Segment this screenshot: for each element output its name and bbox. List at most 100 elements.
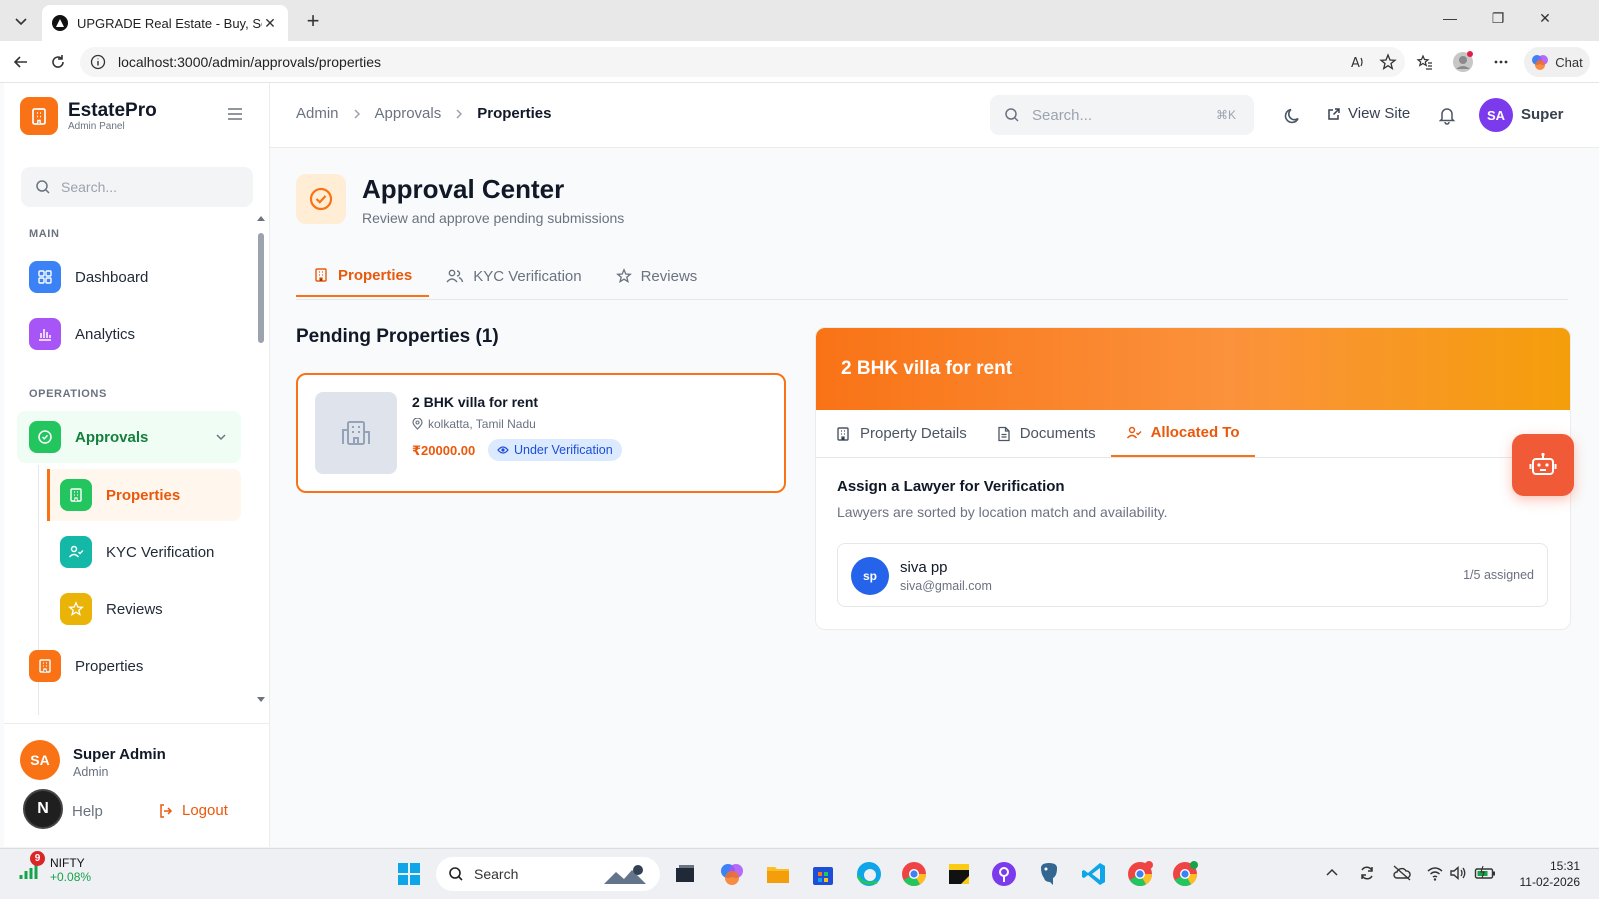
volume-icon[interactable] <box>1449 864 1467 882</box>
stock-ticker-widget[interactable]: 9 NIFTY +0.08% <box>18 851 92 884</box>
windows-taskbar: 9 NIFTY +0.08% Search 15:31 11-02-2026 <box>0 848 1599 899</box>
vscode-icon[interactable] <box>1080 860 1108 888</box>
back-icon[interactable] <box>10 51 32 73</box>
view-site-link[interactable]: View Site <box>1326 105 1410 122</box>
favorites-list-icon[interactable] <box>1414 51 1436 73</box>
read-aloud-icon[interactable]: A <box>1347 51 1369 73</box>
check-circle-icon <box>29 421 61 453</box>
window-close-icon[interactable]: ✕ <box>1535 10 1555 27</box>
chevron-up-icon[interactable] <box>1325 866 1339 880</box>
app-root: EstatePro Admin Panel Search... MAIN Das… <box>0 83 1599 847</box>
brand[interactable]: EstatePro Admin Panel <box>20 97 157 135</box>
logout-button[interactable]: Logout <box>158 802 228 819</box>
tab-allocated-to[interactable]: Allocated To <box>1110 410 1255 457</box>
new-tab-button[interactable]: + <box>300 9 326 35</box>
edge-browser-icon[interactable] <box>855 860 883 888</box>
ticker-change: +0.08% <box>50 870 92 884</box>
taskbar-search-label: Search <box>474 866 519 882</box>
dark-mode-moon-icon[interactable] <box>1283 106 1303 126</box>
tab-kyc-verification[interactable]: KYC Verification <box>429 255 598 297</box>
restore-icon[interactable]: ❐ <box>1488 10 1508 27</box>
breadcrumb-admin[interactable]: Admin <box>296 105 339 122</box>
status-badge: Under Verification <box>488 439 622 461</box>
minimize-icon[interactable]: — <box>1440 10 1460 26</box>
favorite-star-icon[interactable] <box>1377 51 1399 73</box>
wifi-icon[interactable] <box>1426 864 1444 882</box>
property-card[interactable]: 2 BHK villa for rent kolkatta, Tamil Nad… <box>296 373 786 493</box>
sidebar-item-analytics[interactable]: Analytics <box>17 308 241 360</box>
battery-icon[interactable] <box>1474 864 1496 882</box>
avatar[interactable]: SA <box>20 740 60 780</box>
bell-icon[interactable] <box>1437 105 1457 125</box>
chevron-right-icon <box>354 108 360 119</box>
property-placeholder-icon <box>315 392 397 474</box>
map-pin-icon <box>412 418 423 430</box>
url-field[interactable]: localhost:3000/admin/approvals/propertie… <box>80 47 1405 77</box>
help-link[interactable]: Help <box>72 803 103 820</box>
taskbar-search[interactable]: Search <box>436 857 660 891</box>
tab-properties[interactable]: Properties <box>296 255 430 297</box>
ticker-name: NIFTY <box>50 856 85 870</box>
property-name: 2 BHK villa for rent <box>412 394 539 410</box>
user-avatar[interactable]: SA <box>1479 98 1513 132</box>
sidebar-scroll-thumb[interactable] <box>258 233 264 343</box>
tab-list-button[interactable] <box>6 6 36 36</box>
sidebar-search-input[interactable]: Search... <box>21 167 253 207</box>
file-explorer-icon[interactable] <box>764 860 792 888</box>
breadcrumb-approvals[interactable]: Approvals <box>375 105 442 122</box>
assistant-bot-button[interactable] <box>1512 434 1574 496</box>
property-location-text: kolkatta, Tamil Nadu <box>428 417 536 431</box>
next-js-badge-icon[interactable]: N <box>23 789 63 829</box>
page-subtitle: Review and approve pending submissions <box>362 210 625 226</box>
breadcrumb-current: Properties <box>477 105 552 122</box>
task-view-icon[interactable] <box>671 860 699 888</box>
sidebar-subitem-properties[interactable]: Properties <box>47 469 241 521</box>
tab-reviews[interactable]: Reviews <box>599 255 715 297</box>
chat-label: Chat <box>1555 54 1583 70</box>
logout-label: Logout <box>182 802 228 819</box>
browser-tab[interactable]: UPGRADE Real Estate - Buy, Sell & ✕ <box>42 5 288 41</box>
store-icon[interactable] <box>809 860 837 888</box>
cloud-off-icon[interactable] <box>1392 864 1412 882</box>
sidebar-subitem-reviews[interactable]: Reviews <box>47 583 241 635</box>
refresh-icon[interactable] <box>47 51 69 73</box>
windows-start-icon[interactable] <box>395 860 423 888</box>
sticky-notes-icon[interactable] <box>945 860 973 888</box>
building-icon <box>60 479 92 511</box>
global-search-input[interactable]: Search... ⌘K <box>990 95 1254 135</box>
profile-icon[interactable] <box>1452 51 1474 73</box>
sync-icon[interactable] <box>1358 864 1376 882</box>
copilot-chat-button[interactable]: Chat <box>1524 47 1590 77</box>
lawyer-option[interactable]: sp siva pp siva@gmail.com 1/5 assigned <box>837 543 1548 607</box>
sidebar-item-label: Approvals <box>75 428 149 446</box>
url-text: localhost:3000/admin/approvals/propertie… <box>118 54 382 70</box>
assign-lawyer-description: Lawyers are sorted by location match and… <box>837 504 1168 520</box>
podcast-app-icon[interactable] <box>990 860 1018 888</box>
sidebar-item-properties[interactable]: Properties <box>17 640 241 692</box>
robot-icon <box>1529 452 1557 475</box>
tab-label: Reviews <box>640 267 698 285</box>
menu-toggle-icon[interactable] <box>226 106 244 122</box>
system-clock[interactable]: 15:31 11-02-2026 <box>1508 858 1581 890</box>
sidebar-item-approvals[interactable]: Approvals <box>17 411 241 463</box>
grid-icon <box>29 261 61 293</box>
tab-title: UPGRADE Real Estate - Buy, Sell & <box>77 15 262 31</box>
chrome-icon[interactable] <box>900 860 928 888</box>
tab-label: Documents <box>1019 425 1096 442</box>
sidebar-item-dashboard[interactable]: Dashboard <box>17 251 241 303</box>
info-icon <box>90 54 106 70</box>
chrome-profile-icon[interactable] <box>1126 860 1154 888</box>
user-menu-name[interactable]: Super <box>1521 106 1564 123</box>
more-options-icon[interactable] <box>1490 51 1512 73</box>
copilot-app-icon[interactable] <box>718 860 746 888</box>
tab-documents[interactable]: Documents <box>982 410 1111 457</box>
tab-property-details[interactable]: Property Details <box>820 410 982 457</box>
sidebar-item-label: KYC Verification <box>106 543 215 561</box>
brand-name: EstatePro <box>68 100 157 121</box>
sidebar-subitem-kyc[interactable]: KYC Verification <box>47 526 241 578</box>
breadcrumb: Admin Approvals Properties <box>296 105 551 122</box>
chrome-alt-profile-icon[interactable] <box>1171 860 1199 888</box>
tab-close-icon[interactable]: ✕ <box>262 15 278 32</box>
postgres-icon[interactable] <box>1035 860 1063 888</box>
sidebar-item-label: Dashboard <box>75 268 149 286</box>
